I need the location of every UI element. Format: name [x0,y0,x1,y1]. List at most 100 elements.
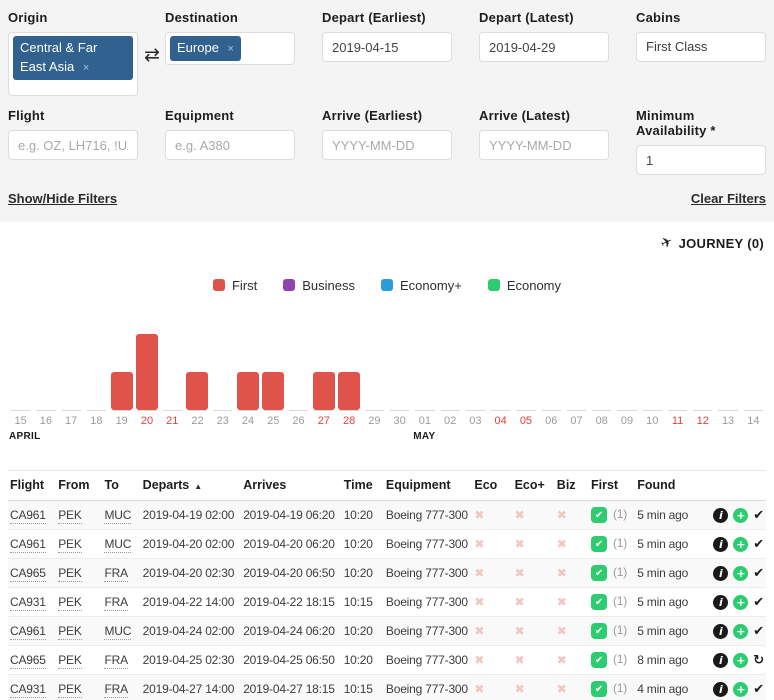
remove-tag-icon[interactable]: × [228,43,234,55]
add-icon[interactable]: + [733,653,748,668]
column-header-first[interactable]: First [589,471,635,501]
flight-input[interactable] [8,130,138,160]
column-header-eco-plus[interactable]: Eco+ [513,471,555,501]
to-airport[interactable]: MUC [104,508,131,524]
cabins-select[interactable]: First Class [636,32,766,62]
to-airport[interactable]: FRA [104,595,127,611]
axis-day-label: 13 [715,411,740,428]
column-header-biz[interactable]: Biz [555,471,589,501]
origin-select[interactable]: Central & Far East Asia × [8,32,138,96]
legend-item-economy[interactable]: Economy+ [381,276,462,294]
flight-code[interactable]: CA961 [10,624,46,640]
flight-code[interactable]: CA931 [10,682,46,698]
check-icon[interactable]: ✔ [753,566,764,581]
info-icon[interactable]: i [713,508,728,523]
from-airport[interactable]: PEK [58,653,81,669]
chart-bar[interactable] [262,372,284,410]
first-available-icon: ✔ [591,681,607,697]
column-header-to[interactable]: To [102,471,140,501]
equipment-cell: Boeing 777-300 [384,530,472,559]
to-airport[interactable]: FRA [104,653,127,669]
info-icon[interactable]: i [713,537,728,552]
legend-item-economy[interactable]: Economy [488,276,561,294]
swap-origin-destination-icon[interactable]: ⇄ [144,44,160,66]
depart-latest-input[interactable] [479,32,609,62]
flight-code[interactable]: CA931 [10,595,46,611]
duration-cell: 10:20 [342,530,384,559]
to-airport[interactable]: MUC [104,537,131,553]
from-airport[interactable]: PEK [58,566,81,582]
from-airport[interactable]: PEK [58,595,81,611]
check-icon[interactable]: ✔ [753,624,764,639]
info-icon[interactable]: i [713,595,728,610]
info-icon[interactable]: i [713,566,728,581]
column-header-eco[interactable]: Eco [472,471,512,501]
axis-day-label: 25 [261,411,286,428]
legend-item-business[interactable]: Business [283,276,355,294]
info-icon[interactable]: i [713,653,728,668]
chart-bar[interactable] [136,334,158,410]
equipment-input[interactable] [165,130,295,160]
check-icon[interactable]: ✔ [753,508,764,523]
axis-month-label [665,428,690,444]
to-airport[interactable]: FRA [104,682,127,698]
column-header-from[interactable]: From [56,471,102,501]
info-icon[interactable]: i [713,682,728,697]
from-airport[interactable]: PEK [58,682,81,698]
chart-bar[interactable] [237,372,259,410]
remove-tag-icon[interactable]: × [83,62,89,74]
from-airport[interactable]: PEK [58,508,81,524]
add-icon[interactable]: + [733,508,748,523]
check-icon[interactable]: ✔ [753,537,764,552]
chart-bar[interactable] [111,372,133,410]
column-header-flight[interactable]: Flight [8,471,56,501]
add-icon[interactable]: + [733,595,748,610]
info-icon[interactable]: i [713,624,728,639]
column-header-equipment[interactable]: Equipment [384,471,472,501]
chart-bar[interactable] [186,372,208,410]
origin-label: Origin [8,10,138,25]
availability-chart: 15APRIL16171819202122232425262728293001M… [8,298,766,444]
chart-day: 02 [438,298,463,444]
axis-day-label: 22 [185,411,210,428]
column-header-time[interactable]: Time [342,471,384,501]
check-icon[interactable]: ✔ [753,682,764,697]
add-icon[interactable]: + [733,537,748,552]
depart-earliest-input[interactable] [322,32,452,62]
column-header-departs[interactable]: Departs▲ [141,471,242,501]
found-cell: 4 min ago [635,675,699,700]
min-availability-input[interactable] [636,145,766,175]
destination-select[interactable]: Europe × [165,32,295,65]
from-airport[interactable]: PEK [58,537,81,553]
arrives-cell: 2019-04-19 06:20 [241,501,342,530]
flight-code[interactable]: CA961 [10,508,46,524]
to-airport[interactable]: MUC [104,624,131,640]
column-header-arrives[interactable]: Arrives [241,471,342,501]
flight-code[interactable]: CA965 [10,566,46,582]
arrive-latest-input[interactable] [479,130,609,160]
flight-code[interactable]: CA961 [10,537,46,553]
chart-bar[interactable] [313,372,335,410]
clear-filters-link[interactable]: Clear Filters [691,191,766,206]
biz-unavailable-icon: ✖ [557,508,567,522]
show-hide-filters-link[interactable]: Show/Hide Filters [8,191,117,206]
arrive-earliest-input[interactable] [322,130,452,160]
from-airport[interactable]: PEK [58,624,81,640]
flights-table-body: CA961PEKMUC2019-04-19 02:002019-04-19 06… [8,501,766,700]
flight-code[interactable]: CA965 [10,653,46,669]
arrives-cell: 2019-04-20 06:50 [241,559,342,588]
to-airport[interactable]: FRA [104,566,127,582]
journey-button[interactable]: ✈ JOURNEY (0) [661,235,764,251]
eco-unavailable-icon: ✖ [474,508,484,522]
min-availability-label: Minimum Availability * [636,108,766,138]
chart-bar[interactable] [338,372,360,410]
refresh-icon[interactable]: ↻ [753,653,764,668]
column-header-found[interactable]: Found [635,471,699,501]
chart-day: 27 [311,298,336,444]
add-icon[interactable]: + [733,682,748,697]
destination-label: Destination [165,10,295,25]
add-icon[interactable]: + [733,566,748,581]
legend-item-first[interactable]: First [213,276,257,294]
add-icon[interactable]: + [733,624,748,639]
check-icon[interactable]: ✔ [753,595,764,610]
